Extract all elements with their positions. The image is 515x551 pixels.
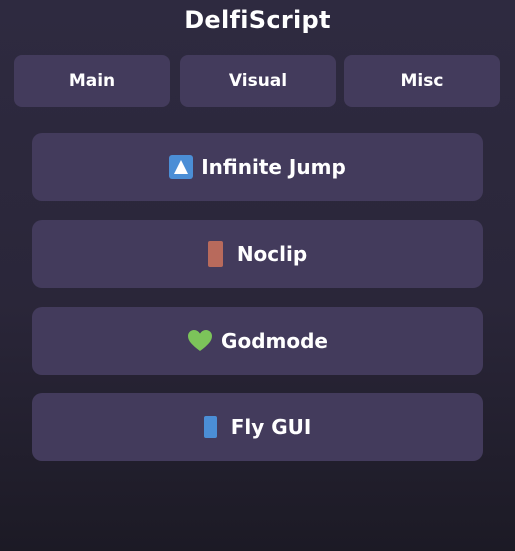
up-arrow-icon [169, 155, 194, 179]
infinite-jump-button[interactable]: Infinite Jump [32, 133, 483, 201]
green-heart-icon [187, 329, 213, 353]
noclip-label: Noclip [236, 242, 308, 266]
tab-misc[interactable]: Misc [344, 55, 500, 107]
app-title: DelfiScript [184, 6, 331, 34]
tab-visual[interactable]: Visual [180, 55, 336, 107]
noclip-button[interactable]: Noclip [32, 220, 483, 288]
tab-main[interactable]: Main [14, 55, 170, 107]
tab-visual-label: Visual [228, 71, 288, 91]
door-icon [207, 241, 223, 267]
infinite-jump-label: Infinite Jump [201, 155, 346, 179]
godmode-button[interactable]: Godmode [32, 307, 483, 375]
blue-book-icon [203, 416, 217, 438]
fly-gui-label: Fly GUI [230, 415, 312, 439]
tab-misc-label: Misc [400, 71, 444, 91]
godmode-label: Godmode [221, 329, 328, 353]
tab-main-label: Main [68, 71, 116, 91]
fly-gui-button[interactable]: Fly GUI [32, 393, 483, 461]
